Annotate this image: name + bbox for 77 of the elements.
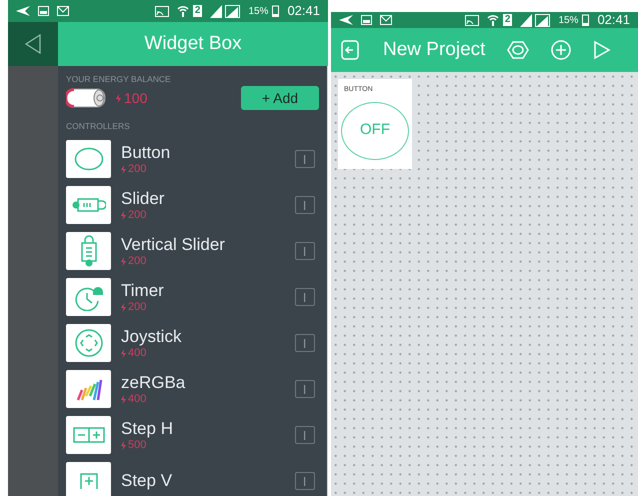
wifi-icon: [486, 14, 499, 26]
widget-name: Step V: [121, 471, 174, 491]
project-title: New Project: [383, 38, 486, 62]
widget-name: Slider: [121, 188, 166, 208]
lightning-icon: [121, 394, 126, 404]
widget-name: Step H: [121, 418, 174, 438]
slider-icon: [72, 197, 106, 213]
info-button[interactable]: [295, 288, 315, 306]
lightning-icon: [121, 256, 126, 266]
widget-price: 500: [128, 438, 146, 452]
exit-icon[interactable]: [339, 40, 361, 60]
widget-list-item[interactable]: Step H 500: [66, 416, 319, 454]
vertical-slider-icon: [80, 235, 98, 267]
widget-price: 200: [128, 208, 146, 222]
info-button[interactable]: [295, 196, 315, 214]
signal-icon: [210, 4, 240, 18]
widget-name: Joystick: [121, 326, 182, 346]
mail-icon: [380, 15, 392, 25]
info-button[interactable]: [295, 426, 315, 444]
lightning-icon: [121, 210, 126, 220]
widget-list-item[interactable]: zeRGBa 400: [66, 370, 319, 408]
widget-price: 200: [128, 300, 146, 314]
minus-plus-icon: [72, 427, 104, 443]
battery-icon: [582, 14, 590, 26]
widget-price: 400: [128, 346, 146, 360]
back-arrow-icon: [339, 15, 353, 25]
info-button[interactable]: [295, 472, 315, 490]
widget-price: 400: [128, 392, 146, 406]
back-arrow-icon: [16, 6, 30, 16]
info-button[interactable]: [295, 242, 315, 260]
wifi-icon: [176, 5, 189, 17]
cast-icon: [464, 14, 479, 26]
signal-icon: [520, 14, 550, 26]
widget-list-item[interactable]: Vertical Slider 200: [66, 232, 319, 270]
lightning-icon: [121, 302, 126, 312]
lightning-icon: [116, 94, 121, 102]
oval-icon: [74, 147, 104, 171]
widget-list-item[interactable]: Button 200: [66, 140, 319, 178]
widget-name: Vertical Slider: [121, 234, 226, 254]
clock: 02:41: [597, 11, 630, 30]
sim-indicator: 2: [192, 5, 202, 17]
section-label: CONTROLLERS: [66, 121, 131, 131]
sim-indicator: 2: [502, 14, 512, 26]
battery-percent: 15%: [558, 14, 578, 28]
battery-icon: [66, 88, 108, 108]
widget-list-item[interactable]: Slider 200: [66, 186, 319, 224]
joystick-icon: [74, 328, 104, 358]
widget-price: 200: [128, 254, 146, 268]
info-button[interactable]: [295, 150, 315, 168]
info-button[interactable]: [295, 380, 315, 398]
energy-label: YOUR ENERGY BALANCE: [66, 74, 172, 84]
play-icon[interactable]: [593, 40, 612, 60]
back-icon[interactable]: [25, 34, 41, 54]
info-button[interactable]: [295, 334, 315, 352]
widget-list-item[interactable]: Step V: [66, 462, 319, 496]
widget-list-item[interactable]: Joystick 400: [66, 324, 319, 362]
lightning-icon: [121, 348, 126, 358]
battery-percent: 15%: [248, 4, 268, 18]
lightning-icon: [121, 164, 126, 174]
battery-icon: [272, 5, 280, 17]
add-button[interactable]: + Add: [241, 86, 319, 110]
lightning-icon: [121, 440, 126, 450]
widget-name: Button: [121, 142, 172, 162]
add-icon[interactable]: [551, 40, 572, 60]
clock: 02:41: [287, 2, 320, 20]
mail-icon: [57, 6, 69, 16]
widget-name: zeRGBa: [121, 372, 186, 392]
widget-list-item[interactable]: Timer 200: [66, 278, 319, 316]
widget-price: 200: [128, 162, 146, 176]
image-icon: [361, 15, 372, 25]
header-title: Widget Box: [144, 32, 242, 56]
plus-icon: [80, 473, 98, 489]
widget-name: Timer: [121, 280, 165, 300]
energy-amount: 100: [124, 88, 148, 108]
cast-icon: [154, 6, 169, 16]
hexagon-icon[interactable]: [507, 41, 530, 59]
image-icon: [38, 6, 49, 16]
